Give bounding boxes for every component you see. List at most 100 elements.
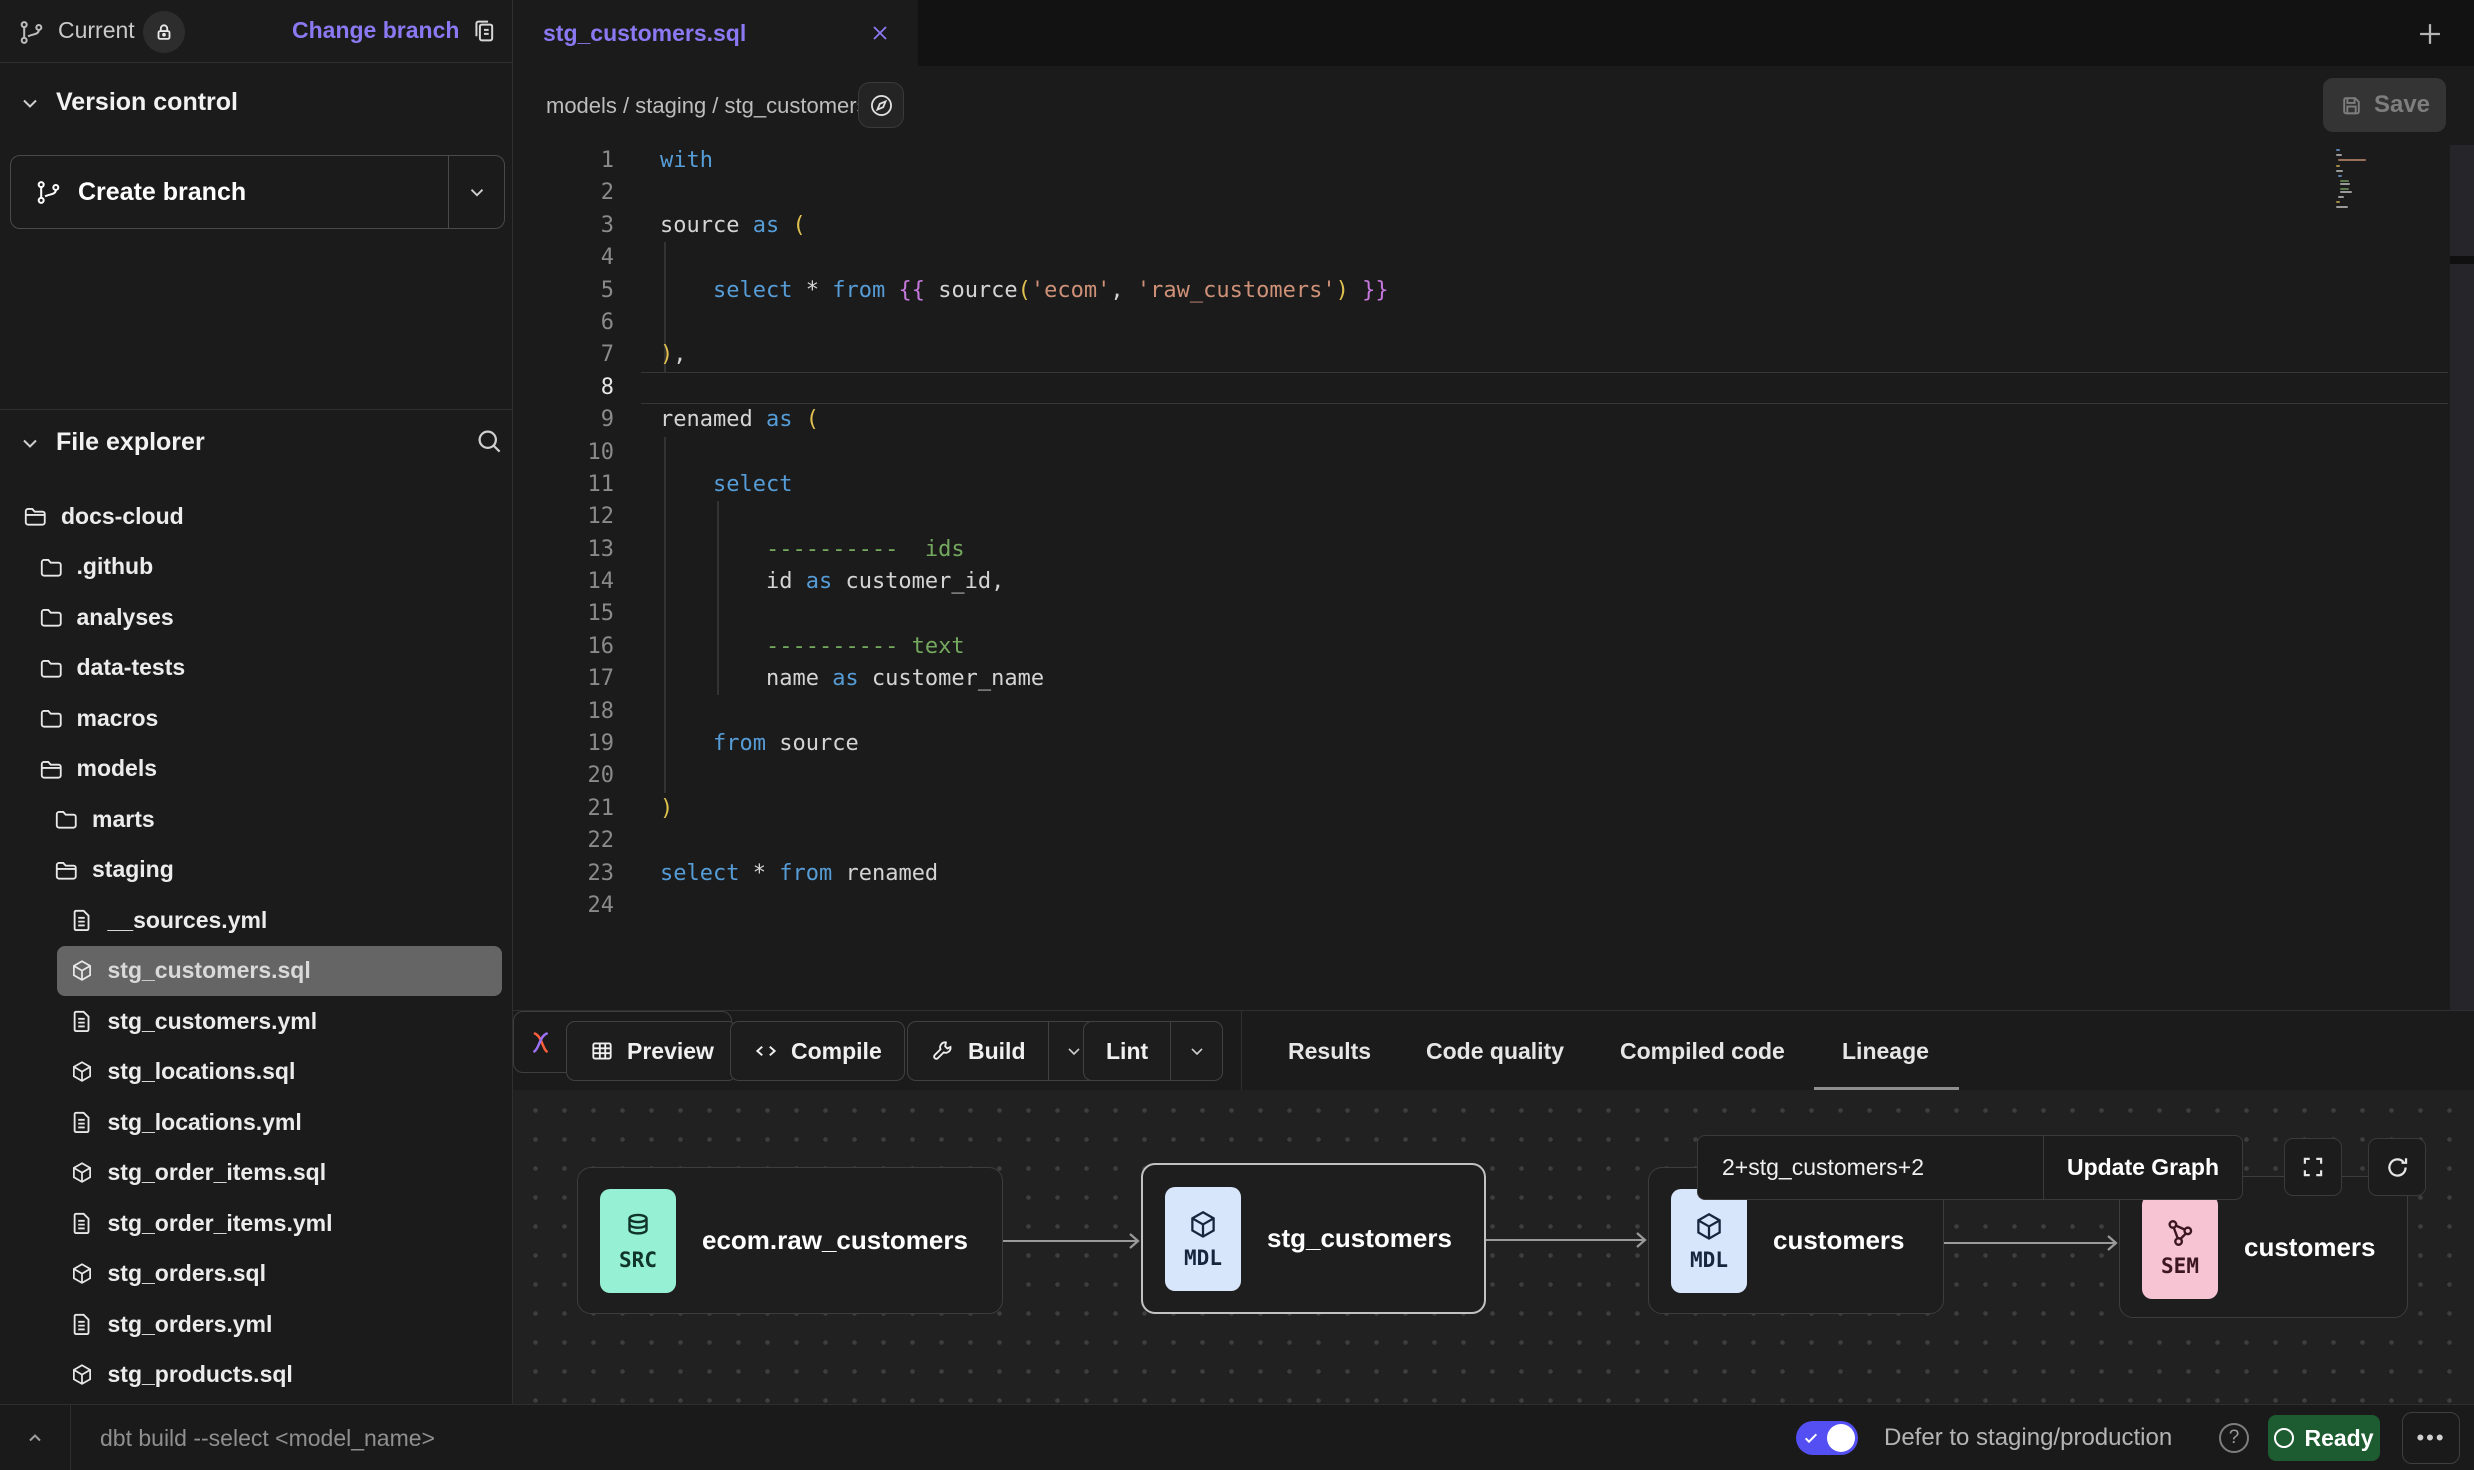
code-content[interactable]: withsource as ( select * from {{ source(… [660, 145, 2414, 922]
search-icon[interactable] [474, 426, 504, 456]
file-tree-item--github[interactable]: .github [0, 542, 512, 593]
ready-status-badge[interactable]: Ready [2268, 1415, 2380, 1461]
line-number: 24 [513, 890, 641, 922]
code-line: ) [660, 793, 2414, 825]
line-number-gutter: 123456789101112131415161718192021222324 [513, 145, 641, 922]
node-label: customers [2244, 1232, 2376, 1263]
line-number: 9 [513, 404, 641, 436]
update-graph-button[interactable]: Update Graph [2043, 1135, 2243, 1200]
tab-stg-customers[interactable]: stg_customers.sql [513, 0, 918, 66]
lineage-panel: SRCecom.raw_customersMDLstg_customersMDL… [513, 1090, 2474, 1404]
expand-command-button[interactable] [0, 1405, 71, 1470]
line-number: 11 [513, 469, 641, 501]
file-tree-item-analyses[interactable]: analyses [0, 592, 512, 643]
lineage-node-source-ecom-raw-customers[interactable]: SRCecom.raw_customers [577, 1167, 1003, 1314]
file-explorer-title: File explorer [56, 428, 205, 457]
file-explorer-header[interactable]: File explorer [18, 428, 205, 457]
refresh-button[interactable] [2368, 1138, 2426, 1196]
lint-dropdown[interactable] [1170, 1022, 1222, 1080]
breadcrumb-row: models / staging / stg_customers.sql Sav… [513, 66, 2474, 145]
build-button[interactable]: Build [907, 1021, 1101, 1081]
file-tree-item-stg-customers-sql[interactable]: stg_customers.sql [57, 946, 502, 997]
chevron-down-icon [466, 181, 488, 203]
change-branch-link[interactable]: Change branch [292, 17, 459, 44]
save-button[interactable]: Save [2323, 78, 2446, 132]
folder-icon [38, 554, 64, 580]
file-tree-item-marts[interactable]: marts [0, 794, 512, 845]
help-icon[interactable]: ? [2219, 1423, 2249, 1453]
file-tree-item-stg-order-items-yml[interactable]: stg_order_items.yml [0, 1198, 512, 1249]
lineage-filter-input[interactable] [1697, 1135, 2043, 1200]
semantic-badge: SEM [2142, 1195, 2218, 1299]
line-number: 7 [513, 339, 641, 371]
more-options-button[interactable]: ••• [2402, 1412, 2460, 1464]
code-editor[interactable]: 123456789101112131415161718192021222324 … [513, 145, 2474, 1010]
minimap-line [2336, 170, 2343, 172]
file-tree-item-docs-cloud[interactable]: docs-cloud [0, 491, 512, 542]
close-icon[interactable] [868, 21, 892, 45]
file-tree-item-stg-orders-yml[interactable]: stg_orders.yml [0, 1299, 512, 1350]
file-tree-item-staging[interactable]: staging [0, 845, 512, 896]
compile-button[interactable]: Compile [730, 1021, 905, 1081]
code-line [660, 760, 2414, 792]
version-control-header[interactable]: Version control [18, 88, 238, 117]
status-bar: dbt build --select <model_name> Defer to… [0, 1404, 2474, 1470]
source-badge: SRC [600, 1189, 676, 1293]
file-tree-item-stg-products-sql[interactable]: stg_products.sql [0, 1350, 512, 1401]
tab-bar: stg_customers.sql [513, 0, 2474, 66]
lint-button[interactable]: Lint [1083, 1021, 1223, 1081]
file-tree-item-data-tests[interactable]: data-tests [0, 643, 512, 694]
line-number: 6 [513, 307, 641, 339]
line-number: 20 [513, 760, 641, 792]
action-bar: Preview Compile Build Lint Results [513, 1010, 2474, 1090]
doc-icon [69, 1109, 95, 1135]
file-tree-item-stg-order-items-sql[interactable]: stg_order_items.sql [0, 1148, 512, 1199]
folder-icon [38, 655, 64, 681]
preview-button[interactable]: Preview [566, 1021, 737, 1081]
code-line: ), [660, 339, 2414, 371]
file-tree-item-stg-customers-yml[interactable]: stg_customers.yml [0, 996, 512, 1047]
code-line [660, 437, 2414, 469]
tab-compiled-code[interactable]: Compiled code [1620, 1011, 1785, 1091]
code-line [660, 242, 2414, 274]
minimap[interactable] [2336, 149, 2449, 219]
create-branch-dropdown[interactable] [448, 156, 504, 228]
line-number: 12 [513, 501, 641, 533]
cube-icon [69, 958, 95, 984]
file-tree-item-stg-orders-sql[interactable]: stg_orders.sql [0, 1249, 512, 1300]
minimap-line [2338, 196, 2344, 198]
minimap-line [2338, 159, 2366, 161]
file-label: stg_order_items.yml [108, 1210, 333, 1237]
file-label: __sources.yml [108, 907, 268, 934]
code-line: select * from {{ source('ecom', 'raw_cus… [660, 275, 2414, 307]
compass-icon[interactable] [858, 82, 904, 128]
file-tree-item-stg-locations-sql[interactable]: stg_locations.sql [0, 1047, 512, 1098]
file-tree-item-macros[interactable]: macros [0, 693, 512, 744]
fullscreen-button[interactable] [2284, 1138, 2342, 1196]
code-line: with [660, 145, 2414, 177]
tab-code-quality[interactable]: Code quality [1426, 1011, 1564, 1091]
lineage-node-model-stg-customers[interactable]: MDLstg_customers [1141, 1163, 1486, 1314]
file-label: stg_locations.sql [108, 1058, 296, 1085]
defer-toggle[interactable] [1796, 1421, 1858, 1455]
branch-bar: Current Change branch [0, 0, 512, 63]
copy-icon[interactable] [470, 17, 498, 45]
table-icon [589, 1038, 615, 1064]
line-number: 3 [513, 210, 641, 242]
scrollbar-thumb[interactable] [2450, 256, 2474, 264]
tab-results[interactable]: Results [1288, 1011, 1371, 1091]
tab-lineage[interactable]: Lineage [1842, 1011, 1929, 1091]
section-divider [0, 409, 512, 410]
code-line: name as customer_name [660, 663, 2414, 695]
file-tree-item-models[interactable]: models [0, 744, 512, 795]
new-tab-button[interactable] [2408, 12, 2452, 56]
create-branch-button[interactable]: Create branch [10, 155, 505, 229]
command-input[interactable]: dbt build --select <model_name> [100, 1405, 435, 1470]
dbt-ide-window: Current Change branch Version control Cr… [0, 0, 2474, 1470]
doc-icon [69, 1210, 95, 1236]
doc-icon [69, 907, 95, 933]
file-tree-item-stg-locations-yml[interactable]: stg_locations.yml [0, 1097, 512, 1148]
preview-label: Preview [627, 1038, 714, 1065]
scrollbar[interactable] [2450, 145, 2474, 1010]
file-tree-item--sources-yml[interactable]: __sources.yml [0, 895, 512, 946]
